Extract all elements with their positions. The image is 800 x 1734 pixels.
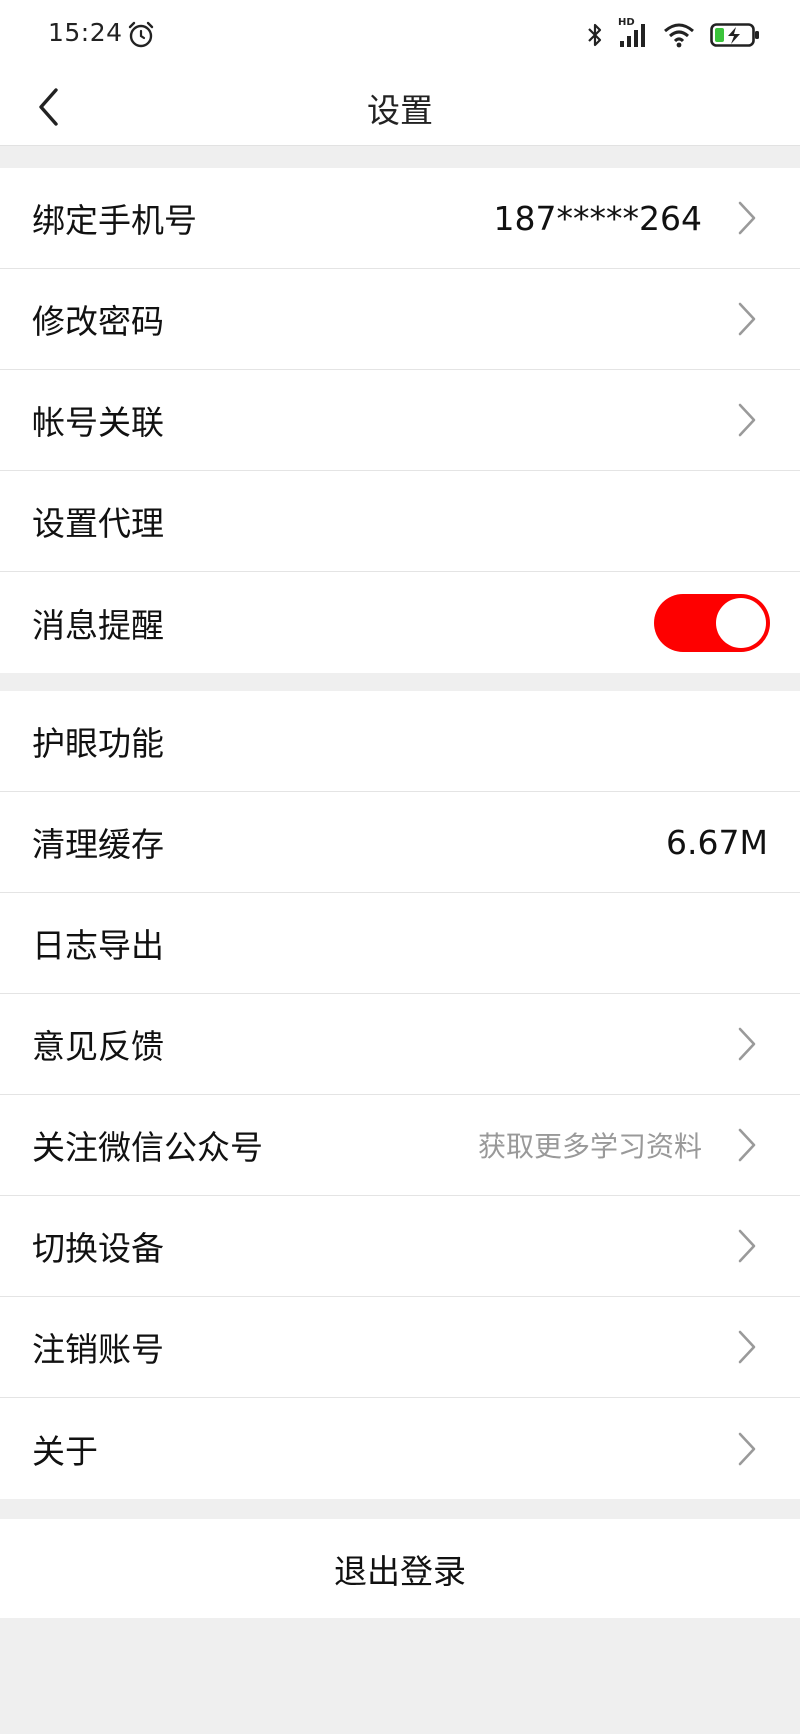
row-label: 绑定手机号 [32, 201, 197, 240]
row-value: 187*****264 [493, 198, 702, 238]
chevron-right-icon [734, 1125, 760, 1165]
row-label: 注销账号 [32, 1330, 164, 1369]
row-label: 切换设备 [32, 1229, 164, 1268]
row-label: 意见反馈 [32, 1027, 164, 1066]
chevron-right-icon [734, 1327, 760, 1367]
chevron-right-icon [734, 299, 760, 339]
wifi-icon [664, 23, 694, 48]
row-label: 设置代理 [32, 504, 164, 543]
row-label: 关注微信公众号 [32, 1128, 263, 1167]
alarm-clock-icon [128, 21, 154, 48]
toggle-knob [716, 598, 766, 648]
cache-size: 6.67M [666, 822, 768, 862]
status-time: 15:24 [48, 18, 123, 47]
settings-row-about[interactable]: 关于 [0, 1398, 800, 1499]
settings-group-account: 绑定手机号 187*****264 修改密码 帐号关联 设置代理 消息提醒 [0, 168, 800, 673]
row-label: 消息提醒 [32, 605, 164, 645]
settings-row-delete-account[interactable]: 注销账号 [0, 1297, 800, 1398]
status-icons: HD [586, 17, 760, 52]
logout-button[interactable]: 退出登录 [0, 1519, 800, 1618]
nav-bar: 设置 [0, 70, 800, 146]
row-hint: 获取更多学习资料 [477, 1130, 702, 1163]
settings-row-clear-cache[interactable]: 清理缓存 6.67M [0, 792, 800, 893]
row-label: 帐号关联 [32, 403, 164, 442]
settings-row-export-logs[interactable]: 日志导出 [0, 893, 800, 994]
settings-row-notifications: 消息提醒 [0, 572, 800, 673]
chevron-right-icon [734, 198, 760, 238]
row-label: 日志导出 [32, 926, 164, 965]
settings-row-eye-protection[interactable]: 护眼功能 [0, 691, 800, 792]
chevron-right-icon [734, 1429, 760, 1469]
settings-row-change-password[interactable]: 修改密码 [0, 269, 800, 370]
chevron-right-icon [734, 400, 760, 440]
chevron-right-icon [734, 1024, 760, 1064]
status-bar: 15:24 HD [0, 0, 800, 70]
settings-group-general: 护眼功能 清理缓存 6.67M 日志导出 意见反馈 关注微信公众号 获取更多学习… [0, 691, 800, 1499]
notification-toggle[interactable] [654, 594, 770, 652]
chevron-right-icon [734, 1226, 760, 1266]
settings-row-feedback[interactable]: 意见反馈 [0, 994, 800, 1095]
settings-row-bind-phone[interactable]: 绑定手机号 187*****264 [0, 168, 800, 269]
bluetooth-icon [588, 23, 602, 47]
battery-charging-icon [710, 23, 759, 47]
cellular-signal-icon [620, 24, 645, 47]
page-title: 设置 [367, 91, 433, 130]
settings-row-account-link[interactable]: 帐号关联 [0, 370, 800, 471]
settings-row-follow-wechat[interactable]: 关注微信公众号 获取更多学习资料 [0, 1095, 800, 1196]
row-label: 修改密码 [32, 302, 164, 341]
row-label: 清理缓存 [32, 825, 164, 864]
signal-indicator: HD [618, 17, 648, 49]
settings-row-proxy[interactable]: 设置代理 [0, 471, 800, 572]
row-label: 关于 [32, 1431, 98, 1471]
logout-group: 退出登录 [0, 1519, 800, 1618]
row-label: 护眼功能 [32, 724, 164, 763]
settings-row-switch-device[interactable]: 切换设备 [0, 1196, 800, 1297]
